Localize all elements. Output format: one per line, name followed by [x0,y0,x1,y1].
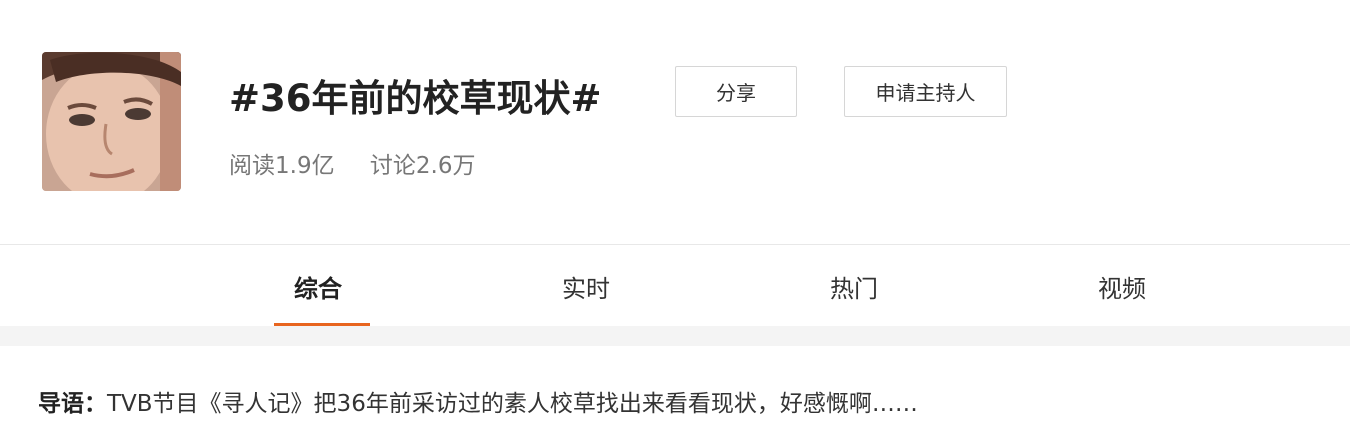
tab-comprehensive[interactable]: 综合 [294,269,342,304]
topic-summary: 导语：TVB节目《寻人记》把36年前采访过的素人校草找出来看看现状，好感慨啊…… [0,346,1350,442]
read-count: 阅读1.9亿 [229,153,335,179]
tab-hot[interactable]: 热门 [830,269,878,304]
active-tab-indicator [274,323,370,326]
discussion-count: 讨论2.6万 [369,153,476,179]
apply-host-button[interactable]: 申请主持人 [844,66,1007,117]
summary-line: 导语：TVB节目《寻人记》把36年前采访过的素人校草找出来看看现状，好感慨啊…… [38,384,918,418]
tab-video[interactable]: 视频 [1098,269,1146,304]
share-button-label: 分享 [716,81,756,105]
topic-stats: 阅读1.9亿 讨论2.6万 [229,146,503,180]
topic-header: #36年前的校草现状# 分享 申请主持人 阅读1.9亿 讨论2.6万 [0,0,1350,245]
topic-tabs: 综合 实时 热门 视频 [0,245,1350,326]
topic-title: #36年前的校草现状# [229,77,602,120]
tab-realtime[interactable]: 实时 [562,269,610,304]
topic-avatar[interactable] [42,52,181,191]
summary-text: TVB节目《寻人记》把36年前采访过的素人校草找出来看看现状，好感慨啊…… [107,391,918,417]
apply-host-button-label: 申请主持人 [875,81,976,105]
person-face-photo-icon [42,52,181,191]
summary-label: 导语： [38,391,107,417]
share-button[interactable]: 分享 [675,66,797,117]
